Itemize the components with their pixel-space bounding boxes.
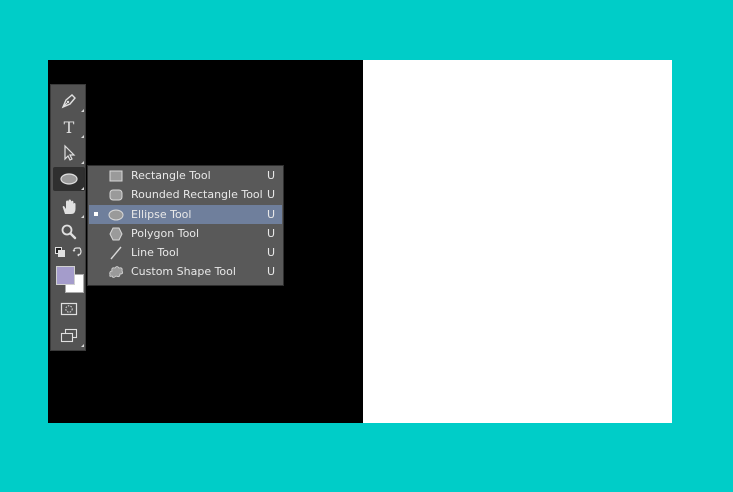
quick-mask-button[interactable]	[53, 297, 85, 321]
path-selection-tool-button[interactable]	[53, 141, 85, 165]
foreground-color-swatch[interactable]	[56, 266, 75, 285]
default-colors-icon[interactable]	[55, 247, 65, 257]
svg-text:T: T	[64, 118, 75, 136]
flyout-item-rectangle-tool[interactable]: Rectangle Tool U	[89, 166, 282, 185]
screen-mode-icon	[60, 328, 78, 343]
type-tool-button[interactable]: T	[53, 115, 85, 139]
zoom-tool-button[interactable]	[53, 220, 85, 244]
flyout-item-custom-shape-tool[interactable]: Custom Shape Tool U	[89, 262, 282, 281]
shortcut-key: U	[267, 169, 276, 182]
flyout-item-label: Line Tool	[131, 246, 179, 259]
shortcut-key: U	[267, 208, 276, 221]
flyout-item-label: Rounded Rectangle Tool	[131, 188, 263, 201]
flyout-item-label: Ellipse Tool	[131, 208, 192, 221]
color-swatches	[53, 245, 85, 293]
polygon-icon	[108, 226, 124, 241]
selected-bullet	[94, 212, 98, 216]
shortcut-key: U	[267, 246, 276, 259]
arrow-cursor-icon	[64, 144, 76, 161]
more-tools-indicator	[81, 109, 84, 112]
hand-tool-button[interactable]	[53, 195, 85, 219]
pen-icon	[61, 94, 76, 109]
shortcut-key: U	[267, 188, 276, 201]
quick-mask-icon	[60, 302, 78, 316]
document-canvas-white[interactable]	[363, 60, 672, 423]
swap-arrows-icon[interactable]	[72, 246, 83, 257]
more-tools-indicator	[81, 135, 84, 138]
flyout-item-ellipse-tool[interactable]: Ellipse Tool U	[89, 205, 282, 224]
ellipse-icon	[60, 173, 78, 185]
shortcut-key: U	[267, 227, 276, 240]
hand-icon	[62, 199, 76, 214]
shortcut-key: U	[267, 265, 276, 278]
flyout-item-line-tool[interactable]: Line Tool U	[89, 243, 282, 262]
flyout-item-polygon-tool[interactable]: Polygon Tool U	[89, 224, 282, 243]
line-icon	[108, 245, 124, 260]
flyout-item-label: Polygon Tool	[131, 227, 200, 240]
more-tools-indicator	[81, 161, 84, 164]
more-tools-indicator	[81, 344, 84, 347]
flyout-item-rounded-rectangle-tool[interactable]: Rounded Rectangle Tool U	[89, 185, 282, 204]
magnifier-icon	[61, 224, 77, 240]
rectangle-icon	[108, 168, 124, 183]
flyout-item-label: Rectangle Tool	[131, 169, 211, 182]
custom-shape-icon	[108, 264, 124, 279]
screen-mode-button[interactable]	[53, 324, 85, 348]
more-tools-indicator	[81, 187, 84, 190]
tools-panel: T	[50, 84, 86, 351]
ellipse-icon	[108, 207, 124, 222]
shape-tools-flyout-menu: Rectangle Tool U Rounded Rectangle Tool …	[87, 165, 284, 286]
flyout-item-label: Custom Shape Tool	[131, 265, 236, 278]
shape-tool-button[interactable]	[53, 167, 85, 191]
more-tools-indicator	[81, 215, 84, 218]
rounded-rectangle-icon	[108, 187, 124, 202]
type-icon: T	[64, 118, 75, 136]
pen-tool-button[interactable]	[53, 89, 85, 113]
